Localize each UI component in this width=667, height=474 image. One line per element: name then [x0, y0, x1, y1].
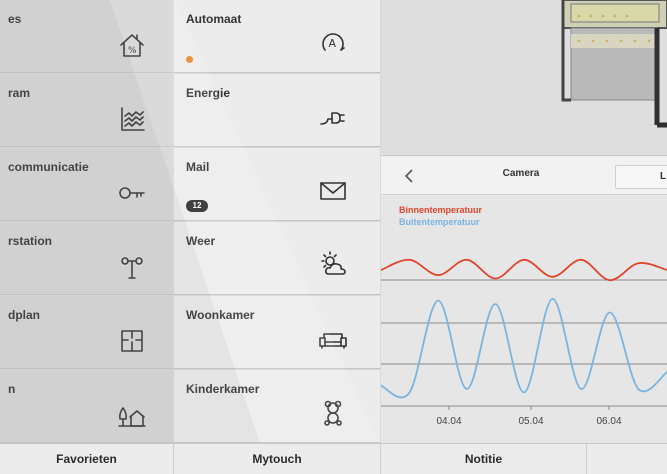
unread-count-badge: 12 — [186, 200, 208, 212]
tile-label: n — [8, 382, 16, 396]
svg-text:A: A — [329, 37, 337, 50]
tab-mytouch[interactable]: Mytouch — [174, 444, 381, 474]
back-chevron-icon[interactable] — [399, 166, 419, 186]
tab-favorieten[interactable]: Favorieten — [0, 444, 174, 474]
tile-garden[interactable]: n — [0, 370, 173, 443]
tile-woonkamer[interactable]: Woonkamer — [174, 296, 380, 369]
tile-diagram[interactable]: ram — [0, 74, 173, 147]
tile-label: Mail — [186, 160, 210, 174]
floorplan-drawing — [561, 0, 667, 128]
x-tick-label: 06.04 — [596, 416, 621, 427]
tile-column-left: es % ram communicatie rstation dplan n — [0, 0, 173, 443]
tile-label: Weer — [186, 234, 216, 248]
tab-camera[interactable]: Camera — [471, 168, 571, 179]
tile-label: dplan — [8, 308, 40, 322]
teddy-bear-icon — [318, 398, 348, 428]
tile-label: Automaat — [186, 12, 242, 26]
house-percent-icon: % — [117, 30, 147, 60]
tab-notitie[interactable]: Notitie — [381, 444, 587, 474]
chart-lines-icon — [117, 104, 147, 134]
tile-communication[interactable]: communicatie — [0, 148, 173, 221]
chart-toolbar: Camera L — [381, 157, 667, 195]
tile-weer[interactable]: Weer — [174, 222, 380, 295]
tile-kinderkamer[interactable]: Kinderkamer — [174, 370, 380, 443]
key-icon — [117, 178, 147, 208]
tile-automaat[interactable]: Automaat A — [174, 0, 380, 73]
tab-next[interactable]: L — [615, 165, 667, 189]
automatic-a-icon: A — [318, 28, 348, 58]
tile-grid: es % ram communicatie rstation dplan n A… — [0, 0, 380, 443]
tile-label: communicatie — [8, 160, 89, 174]
chart-plot: 04.04 05.04 06.04 — [381, 258, 667, 427]
bottom-tab-bar: Favorieten Mytouch Notitie — [0, 443, 667, 474]
tile-favorites-settings[interactable]: es % — [0, 0, 173, 73]
tile-energie[interactable]: Energie — [174, 74, 380, 147]
tile-label: ram — [8, 86, 31, 100]
floorplan-preview[interactable] — [381, 0, 667, 156]
sun-cloud-icon — [318, 250, 348, 280]
temperature-chart: Binnentemperatuur Buitentemperatuur 04.0… — [381, 196, 667, 443]
plug-icon — [318, 102, 348, 132]
sofa-icon — [318, 324, 348, 354]
tile-mail[interactable]: Mail 12 — [174, 148, 380, 221]
x-tick-label: 04.04 — [436, 416, 461, 427]
series-line-outside — [381, 297, 667, 399]
tile-label: Woonkamer — [186, 308, 255, 322]
right-panel: Camera L Binnentemperatuur Buitentempera… — [381, 0, 667, 443]
tile-label: es — [8, 12, 22, 26]
svg-text:%: % — [128, 46, 137, 56]
status-dot — [186, 56, 193, 63]
tile-floorplan[interactable]: dplan — [0, 296, 173, 369]
floorplan-icon — [117, 326, 147, 356]
tile-column-right: Automaat A Energie Mail 12 Weer Woonkame… — [174, 0, 380, 443]
series-line-inside — [381, 258, 667, 282]
tile-weatherstation[interactable]: rstation — [0, 222, 173, 295]
trees-house-icon — [117, 400, 147, 430]
tile-label: Kinderkamer — [186, 382, 260, 396]
tile-label: Energie — [186, 86, 231, 100]
envelope-icon — [318, 176, 348, 206]
tile-label: rstation — [8, 234, 53, 248]
app-screen: es % ram communicatie rstation dplan n A… — [0, 0, 667, 474]
x-tick-label: 05.04 — [518, 416, 543, 427]
weather-station-icon — [117, 252, 147, 282]
